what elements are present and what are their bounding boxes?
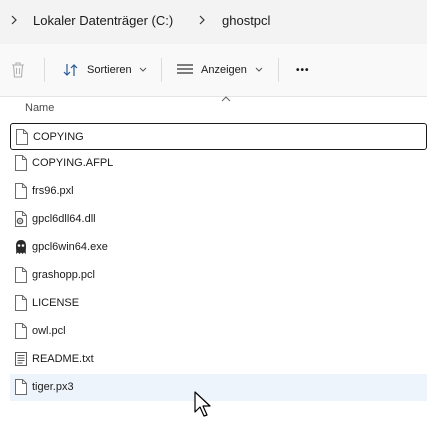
file-name: gpcl6dll64.dll xyxy=(32,213,96,225)
ghostscript-app-icon xyxy=(14,239,28,255)
file-row[interactable]: gpcl6win64.exe xyxy=(10,234,427,261)
file-row[interactable]: LICENSE xyxy=(10,290,427,317)
trash-icon xyxy=(12,62,24,78)
sort-button[interactable]: Sortieren xyxy=(62,58,147,82)
view-label: Anzeigen xyxy=(201,64,247,76)
mouse-cursor-icon xyxy=(194,391,211,417)
breadcrumb-folder[interactable]: ghostpcl xyxy=(222,13,270,29)
file-row[interactable]: frs96.pxl xyxy=(10,178,427,205)
toolbar-divider xyxy=(278,58,279,82)
file-name: tiger.px3 xyxy=(32,381,74,393)
file-row[interactable]: COPYING xyxy=(10,123,427,150)
file-name: gpcl6win64.exe xyxy=(32,241,108,253)
file-name: frs96.pxl xyxy=(32,185,74,197)
file-name: owl.pcl xyxy=(32,325,66,337)
explorer-window: Lokaler Datenträger (C:) ghostpcl Sortie… xyxy=(0,0,427,425)
sort-icon xyxy=(63,64,78,76)
file-name: grashopp.pcl xyxy=(32,269,95,281)
column-header-row: Name xyxy=(0,96,427,120)
file-row[interactable]: tiger.px3 xyxy=(10,374,427,401)
dll-settings-icon xyxy=(14,211,28,227)
file-name: LICENSE xyxy=(32,297,80,309)
more-options-button[interactable]: ••• xyxy=(296,58,310,82)
file-name: README.txt xyxy=(32,353,94,365)
address-bar[interactable]: Lokaler Datenträger (C:) ghostpcl xyxy=(0,0,427,44)
command-bar: Sortieren Anzeigen ••• xyxy=(0,44,427,97)
file-row[interactable]: README.txt xyxy=(10,346,427,373)
view-button[interactable]: Anzeigen xyxy=(176,58,263,82)
document-icon xyxy=(14,155,28,171)
text-file-icon xyxy=(14,351,28,367)
toolbar-divider xyxy=(161,58,162,82)
file-row[interactable]: grashopp.pcl xyxy=(10,262,427,289)
document-icon xyxy=(14,323,28,339)
delete-button[interactable] xyxy=(10,58,26,82)
more-options-icon: ••• xyxy=(296,64,310,76)
column-header-name[interactable]: Name xyxy=(25,102,54,114)
file-row[interactable]: gpcl6dll64.dll xyxy=(10,206,427,233)
document-icon xyxy=(14,295,28,311)
sort-label: Sortieren xyxy=(87,64,132,76)
breadcrumb-drive[interactable]: Lokaler Datenträger (C:) xyxy=(33,13,173,29)
file-name: COPYING xyxy=(33,131,84,143)
toolbar-divider xyxy=(44,58,45,82)
document-icon xyxy=(14,183,28,199)
view-list-icon xyxy=(177,64,193,74)
chevron-right-icon[interactable] xyxy=(196,12,208,28)
chevron-right-icon[interactable] xyxy=(8,12,20,28)
chevron-down-icon xyxy=(139,67,146,72)
document-icon xyxy=(15,129,29,145)
file-row[interactable]: owl.pcl xyxy=(10,318,427,345)
file-name: COPYING.AFPL xyxy=(32,157,114,169)
sort-ascending-icon xyxy=(221,96,231,102)
chevron-down-icon xyxy=(255,67,263,72)
file-row[interactable]: COPYING.AFPL xyxy=(10,150,427,177)
document-icon xyxy=(14,379,28,395)
document-icon xyxy=(14,267,28,283)
